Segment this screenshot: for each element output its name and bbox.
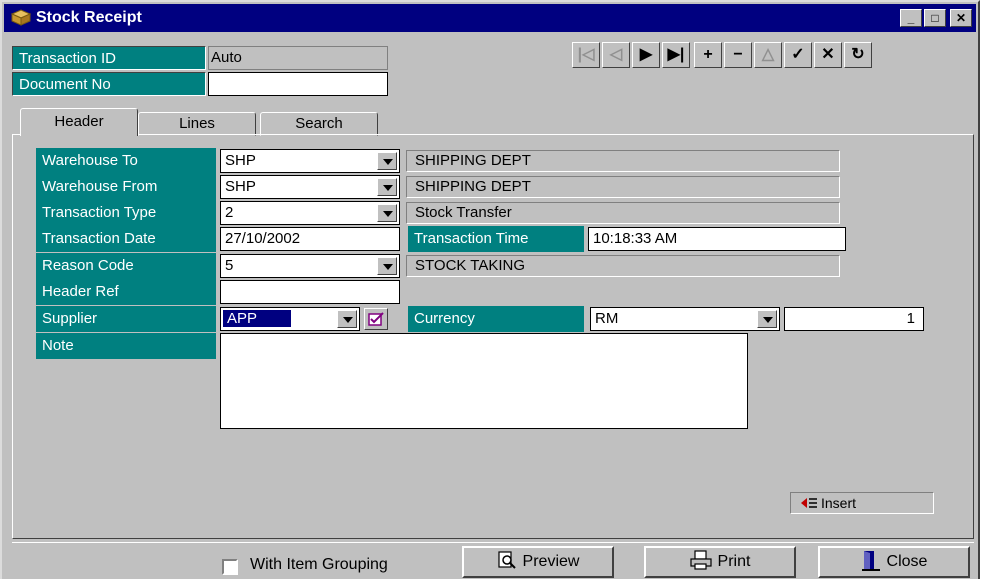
currency-select[interactable]: RM xyxy=(590,307,780,331)
door-exit-icon xyxy=(861,551,880,571)
chevron-down-icon[interactable] xyxy=(377,178,397,196)
warehouse-to-name: SHIPPING DEPT xyxy=(406,150,840,172)
cancel-record-button[interactable]: ✕ xyxy=(814,42,842,68)
edit-record-button[interactable]: △ xyxy=(754,42,782,68)
tab-search[interactable]: Search xyxy=(260,112,378,136)
next-record-button[interactable]: ▶ xyxy=(632,42,660,68)
note-label: Note xyxy=(36,333,216,359)
warehouse-to-value: SHP xyxy=(225,152,256,169)
close-label: Close xyxy=(886,553,928,570)
header-ref-input[interactable] xyxy=(220,280,400,304)
document-no-label: Document No xyxy=(12,72,206,96)
transaction-time-label: Transaction Time xyxy=(408,226,584,252)
transaction-id-label: Transaction ID xyxy=(12,46,206,70)
magnifier-icon xyxy=(497,551,516,569)
maximize-button[interactable]: □ xyxy=(924,9,946,27)
reason-code-name: STOCK TAKING xyxy=(406,255,840,277)
header-ref-label: Header Ref xyxy=(36,279,216,305)
insert-row-icon xyxy=(801,498,817,508)
warehouse-from-label: Warehouse From xyxy=(36,174,216,200)
record-navigator: |◁ ◁ ▶ ▶| + − △ ✓ ✕ ↻ xyxy=(572,42,974,70)
insert-button[interactable]: Insert xyxy=(790,492,934,514)
warehouse-to-label: Warehouse To xyxy=(36,148,216,174)
warehouse-from-name: SHIPPING DEPT xyxy=(406,176,840,198)
check-box-icon xyxy=(368,312,384,326)
delete-record-button[interactable]: − xyxy=(724,42,752,68)
preview-label: Preview xyxy=(522,553,580,570)
preview-button[interactable]: Preview xyxy=(462,546,614,578)
warehouse-to-select[interactable]: SHP xyxy=(220,149,400,173)
transaction-date-label: Transaction Date xyxy=(36,226,216,252)
document-no-input[interactable] xyxy=(208,72,388,96)
tab-header[interactable]: Header xyxy=(20,108,138,136)
minimize-button[interactable]: _ xyxy=(900,9,922,27)
reason-code-label: Reason Code xyxy=(36,253,216,279)
post-record-button[interactable]: ✓ xyxy=(784,42,812,68)
window-title: Stock Receipt xyxy=(36,9,142,26)
close-button[interactable]: Close xyxy=(818,546,970,578)
first-record-button[interactable]: |◁ xyxy=(572,42,600,68)
transaction-time-input[interactable]: 10:18:33 AM xyxy=(588,227,846,251)
stock-receipt-window: Stock Receipt _ □ ✕ Transaction ID Auto … xyxy=(0,0,980,579)
supplier-select[interactable]: APP xyxy=(220,307,360,331)
reason-code-value: 5 xyxy=(225,257,234,274)
print-button[interactable]: Print xyxy=(644,546,796,578)
transaction-type-name: Stock Transfer xyxy=(406,202,840,224)
refresh-button[interactable]: ↻ xyxy=(844,42,872,68)
transaction-type-value: 2 xyxy=(225,204,234,221)
note-textarea[interactable] xyxy=(220,333,748,429)
currency-label: Currency xyxy=(408,306,584,332)
currency-rate-input[interactable]: 1 xyxy=(784,307,924,331)
supplier-value: APP xyxy=(221,309,293,328)
chevron-down-icon[interactable] xyxy=(377,152,397,170)
with-item-grouping-checkbox[interactable] xyxy=(222,559,238,575)
close-window-button[interactable]: ✕ xyxy=(950,9,972,27)
print-label: Print xyxy=(717,553,751,570)
title-bar[interactable]: Stock Receipt _ □ ✕ xyxy=(4,4,976,32)
prev-record-button[interactable]: ◁ xyxy=(602,42,630,68)
tab-lines[interactable]: Lines xyxy=(138,112,256,136)
currency-value: RM xyxy=(595,310,619,327)
with-item-grouping-label: With Item Grouping xyxy=(250,556,388,573)
box-icon xyxy=(10,9,32,26)
supplier-label: Supplier xyxy=(36,306,216,332)
chevron-down-icon[interactable] xyxy=(377,204,397,222)
transaction-date-input[interactable]: 27/10/2002 xyxy=(220,227,400,251)
transaction-type-label: Transaction Type xyxy=(36,200,216,226)
transaction-id-field: Auto xyxy=(208,46,388,70)
warehouse-from-value: SHP xyxy=(225,178,256,195)
insert-label: Insert xyxy=(821,495,857,511)
last-record-button[interactable]: ▶| xyxy=(662,42,690,68)
chevron-down-icon[interactable] xyxy=(757,310,777,328)
printer-icon xyxy=(689,550,712,570)
chevron-down-icon[interactable] xyxy=(337,310,357,328)
transaction-type-select[interactable]: 2 xyxy=(220,201,400,225)
supplier-lookup-button[interactable] xyxy=(364,308,388,330)
reason-code-select[interactable]: 5 xyxy=(220,254,400,278)
add-record-button[interactable]: + xyxy=(694,42,722,68)
warehouse-from-select[interactable]: SHP xyxy=(220,175,400,199)
chevron-down-icon[interactable] xyxy=(377,257,397,275)
